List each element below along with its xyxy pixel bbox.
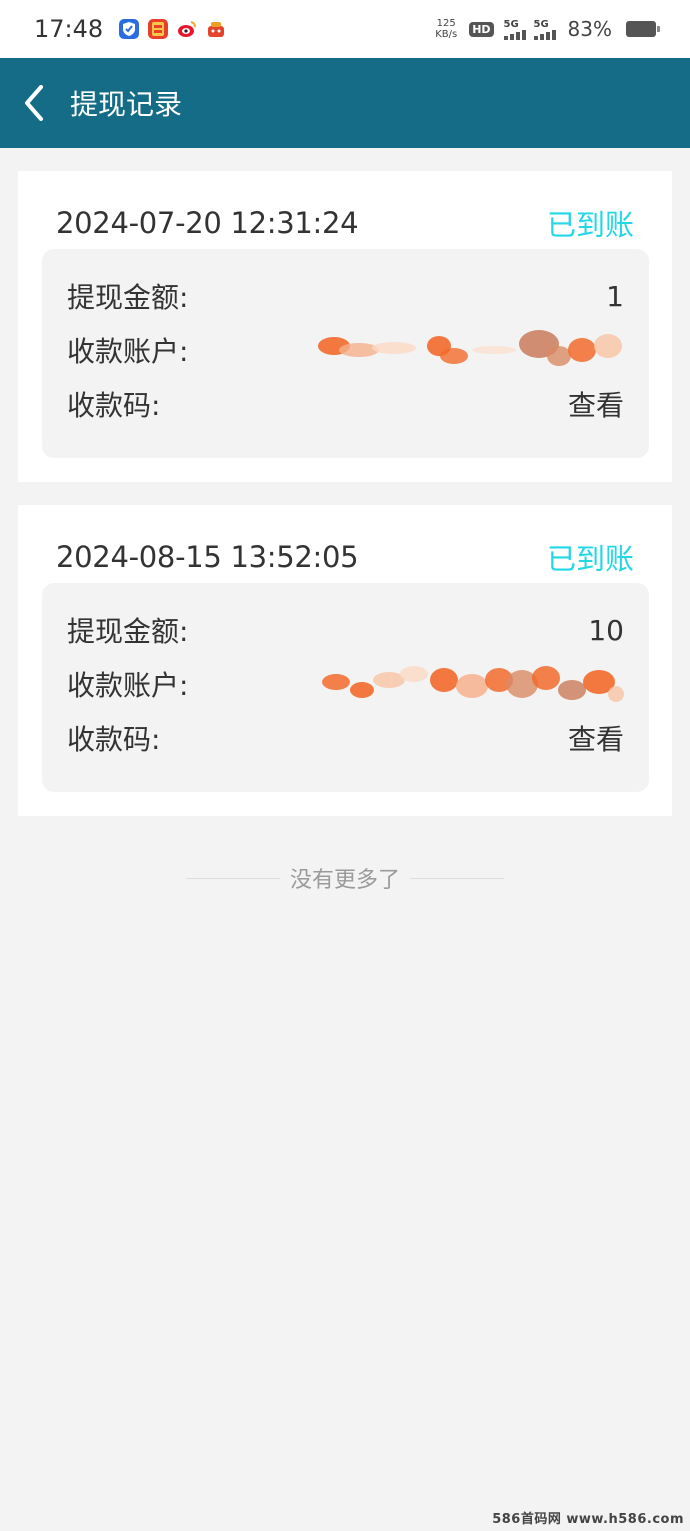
page-title: 提现记录: [70, 88, 183, 121]
record-time: 2024-08-15 13:52:05: [56, 540, 359, 574]
status-bar: 17:48 125 KB/s HD 5G 5G 83%: [0, 0, 690, 58]
amount-value: 10: [588, 613, 624, 647]
record-time: 2024-07-20 12:31:24: [56, 206, 359, 240]
site-watermark: 586首码网 www.h586.com: [492, 1512, 684, 1527]
redacted-account-scribble: [314, 660, 624, 708]
account-row: 收款账户:: [67, 323, 624, 377]
record-header: 2024-08-15 13:52:05 已到账: [56, 535, 634, 579]
redacted-account-scribble: [314, 326, 624, 374]
amount-row: 提现金额: 10: [67, 603, 624, 657]
network-speed-unit: KB/s: [435, 29, 458, 40]
signal-label-2: 5G: [533, 18, 549, 30]
amount-label: 提现金额:: [67, 281, 189, 314]
amount-row: 提现金额: 1: [67, 269, 624, 323]
hd-badge: HD: [469, 21, 494, 37]
withdrawal-record: 2024-07-20 12:31:24 已到账 提现金额: 1 收款账户: 收款…: [18, 171, 672, 482]
account-row: 收款账户:: [67, 657, 624, 711]
record-detail: 提现金额: 10 收款账户: 收款码: 查看: [42, 583, 649, 792]
withdrawal-record: 2024-08-15 13:52:05 已到账 提现金额: 10 收款账户: 收…: [18, 505, 672, 816]
payment-code-row: 收款码: 查看: [67, 377, 624, 431]
signal-bars-icon: [503, 29, 526, 40]
divider: [186, 877, 280, 879]
battery-icon: [626, 21, 660, 37]
account-label: 收款账户:: [67, 335, 189, 368]
signal-label-1: 5G: [503, 18, 519, 30]
signal-strength-1: 5G: [503, 18, 526, 40]
view-payment-code-link[interactable]: 查看: [568, 718, 624, 758]
record-status: 已到账: [546, 542, 634, 576]
app-header: 提现记录: [0, 58, 690, 148]
divider: [410, 877, 505, 879]
no-more-text: 没有更多了: [290, 868, 401, 893]
record-detail: 提现金额: 1 收款账户: 收款码: 查看: [42, 249, 649, 458]
red-envelope-app-icon: [148, 19, 169, 39]
record-header: 2024-07-20 12:31:24 已到账: [56, 201, 634, 245]
shield-app-icon: [119, 19, 140, 39]
amount-value: 1: [606, 279, 624, 313]
signal-strength-2: 5G: [533, 18, 556, 40]
weibo-app-icon: [177, 19, 198, 39]
payment-code-label: 收款码:: [67, 389, 161, 422]
record-status: 已到账: [546, 208, 634, 242]
amount-label: 提现金额:: [67, 615, 189, 648]
back-icon[interactable]: [4, 58, 64, 148]
no-more-indicator: 没有更多了: [186, 860, 505, 896]
status-indicators: 125 KB/s HD 5G 5G 83%: [435, 17, 660, 41]
payment-code-row: 收款码: 查看: [67, 711, 624, 765]
gift-bag-app-icon: [206, 19, 227, 39]
view-payment-code-link[interactable]: 查看: [568, 384, 624, 424]
account-label: 收款账户:: [67, 669, 189, 702]
network-speed: 125 KB/s: [435, 18, 457, 40]
network-speed-value: 125: [436, 18, 456, 29]
status-time: 17:48: [34, 15, 104, 43]
battery-percent: 83%: [567, 17, 612, 41]
signal-bars-icon: [533, 29, 556, 40]
payment-code-label: 收款码:: [67, 723, 161, 756]
